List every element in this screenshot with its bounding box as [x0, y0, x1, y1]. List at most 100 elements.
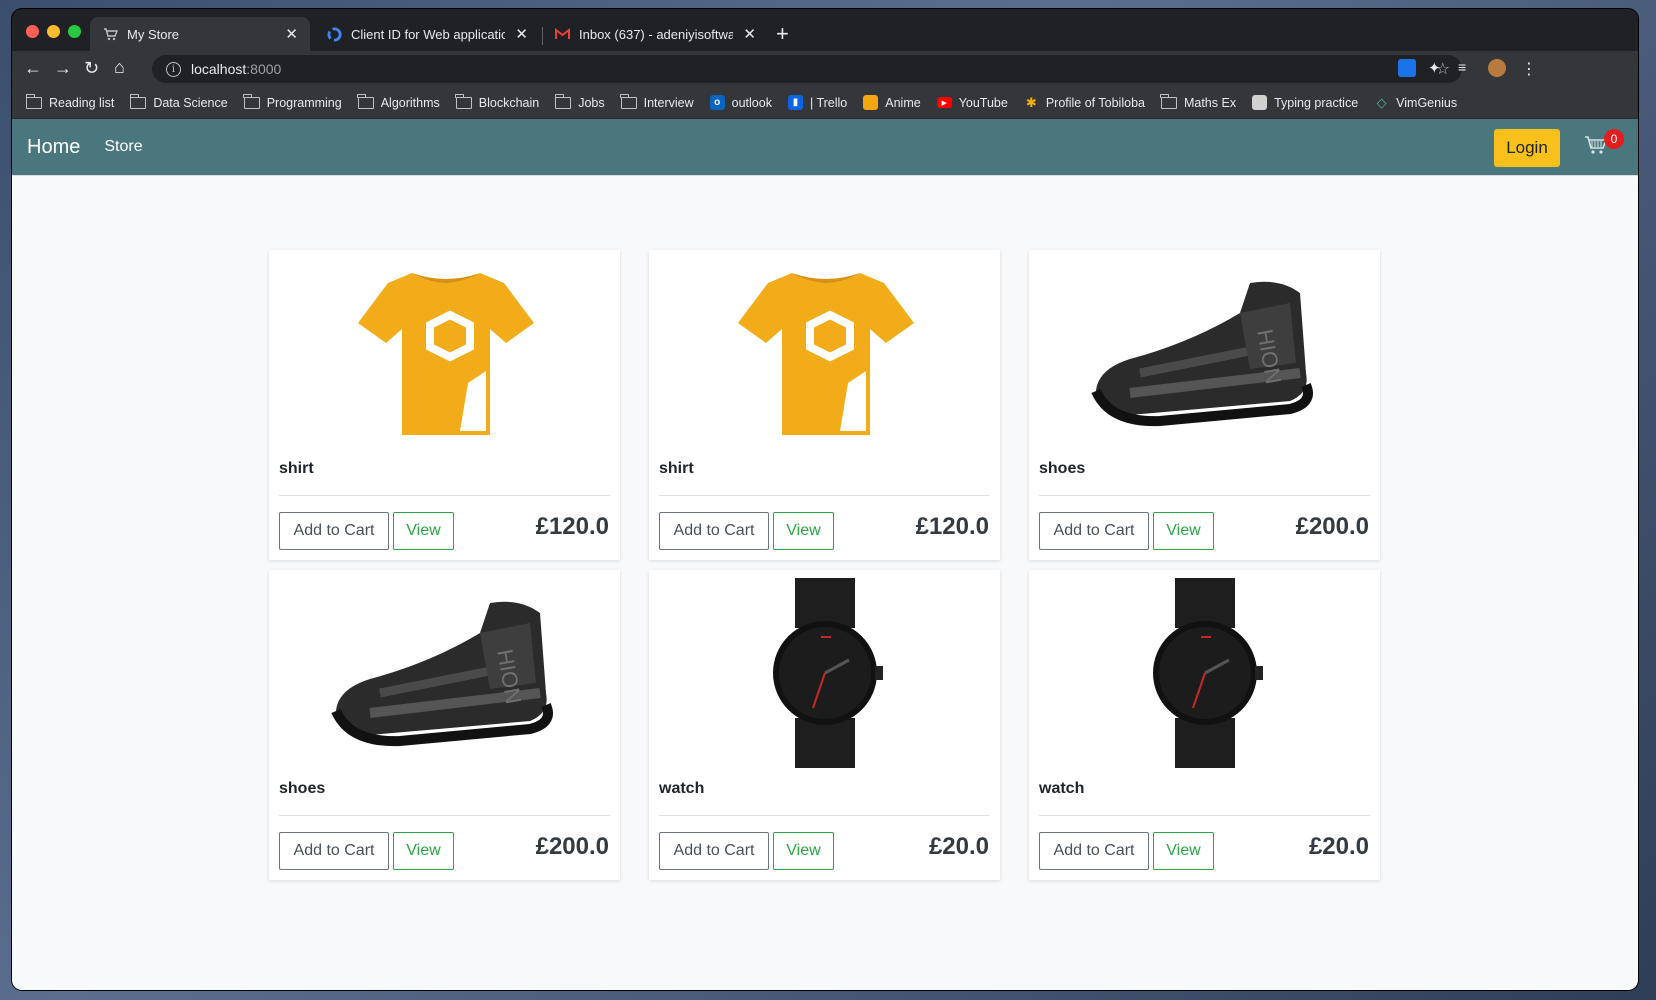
bookmark-label: Anime: [885, 95, 921, 110]
view-button[interactable]: View: [1153, 832, 1214, 870]
login-button[interactable]: Login: [1494, 129, 1560, 167]
gmail-favicon-icon: [554, 26, 570, 42]
add-to-cart-button[interactable]: Add to Cart: [659, 512, 769, 550]
view-button[interactable]: View: [773, 832, 834, 870]
tab-title: Client ID for Web application –: [351, 26, 506, 42]
tab-title: Inbox (637) - adeniyisoftware@: [579, 26, 734, 42]
bookmark-anime[interactable]: Anime: [863, 95, 921, 110]
tab-my-store[interactable]: My Store ✕: [90, 17, 310, 51]
add-to-cart-button[interactable]: Add to Cart: [279, 512, 389, 550]
home-icon[interactable]: ⌂: [114, 57, 125, 78]
add-to-cart-button[interactable]: Add to Cart: [659, 832, 769, 870]
profile-avatar[interactable]: [1488, 59, 1506, 77]
product-image[interactable]: [649, 250, 1000, 455]
vimgenius-icon: ◇: [1376, 94, 1387, 110]
tab-title: My Store: [127, 26, 180, 42]
folder-icon: [554, 93, 572, 109]
product-image[interactable]: HION: [269, 570, 620, 775]
product-card: watch Add to Cart View £20.0: [649, 570, 1000, 880]
zoom-window-button[interactable]: [68, 25, 81, 38]
bookmark-label: | Trello: [809, 95, 848, 110]
product-price: £20.0: [1308, 833, 1369, 860]
close-tab-icon[interactable]: ✕: [285, 25, 298, 43]
product-card: shirt Add to Cart View £120.0: [649, 250, 1000, 560]
anime-icon: [863, 95, 879, 110]
bookmark-label: Typing practice: [1274, 95, 1359, 110]
product-image[interactable]: HION: [1029, 250, 1380, 455]
nav-store-link[interactable]: Store: [104, 138, 142, 156]
bookmark-programming[interactable]: Programming: [243, 93, 342, 110]
new-tab-icon[interactable]: +: [776, 23, 789, 45]
card-divider: [279, 495, 610, 496]
view-button[interactable]: View: [773, 512, 834, 550]
youtube-icon: ▶: [936, 97, 952, 108]
product-name: shoes: [1039, 460, 1086, 477]
address-bar[interactable]: i localhost:8000 ☆: [152, 55, 1462, 83]
product-price: £200.0: [535, 833, 609, 860]
add-to-cart-button[interactable]: Add to Cart: [279, 832, 389, 870]
folder-icon: [243, 93, 260, 109]
view-button[interactable]: View: [393, 832, 454, 870]
shoe-image: HION: [330, 601, 553, 746]
extension-icon[interactable]: [1398, 59, 1416, 77]
card-divider: [1039, 495, 1370, 496]
bookmark-jobs[interactable]: Jobs: [554, 93, 605, 110]
profile-icon: ✱: [1025, 94, 1037, 110]
tab-client-id[interactable]: Client ID for Web application – ✕: [314, 17, 540, 51]
bookmark-blockchain[interactable]: Blockchain: [455, 93, 539, 110]
back-arrow-icon[interactable]: ←: [24, 58, 42, 79]
add-to-cart-button[interactable]: Add to Cart: [1039, 832, 1149, 870]
window-controls: [26, 25, 81, 38]
tshirt-image: [357, 272, 534, 435]
view-button[interactable]: View: [393, 512, 454, 550]
product-price: £120.0: [915, 513, 989, 540]
product-image[interactable]: [269, 250, 620, 455]
product-image[interactable]: [649, 570, 1000, 775]
url-port: :8000: [246, 61, 282, 77]
product-name: shirt: [279, 460, 314, 477]
shoe-image: HION: [1090, 281, 1313, 426]
view-button[interactable]: View: [1153, 512, 1214, 550]
bookmark-interview[interactable]: Interview: [620, 93, 694, 110]
bookmark-vimgenius[interactable]: ◇ VimGenius: [1374, 95, 1457, 110]
outlook-icon: o: [709, 95, 725, 110]
close-tab-icon[interactable]: ✕: [515, 25, 528, 43]
reload-icon[interactable]: ↻: [84, 58, 99, 79]
bookmarks-bar: Reading list Data Science Programming Al…: [12, 87, 1638, 119]
bookmark-typing-practice[interactable]: Typing practice: [1252, 95, 1358, 110]
card-divider: [279, 815, 610, 816]
tab-strip: My Store ✕ Client ID for Web application…: [12, 9, 1638, 51]
puzzle-extensions-icon[interactable]: ✦: [1428, 59, 1446, 77]
product-name: shoes: [279, 780, 326, 797]
menu-kebab-icon[interactable]: ⋮: [1520, 59, 1538, 78]
cart-favicon-icon: [102, 26, 118, 42]
nav-home-link[interactable]: Home: [27, 136, 80, 159]
close-tab-icon[interactable]: ✕: [743, 25, 756, 43]
folder-icon: [25, 93, 42, 109]
bookmark-reading-list[interactable]: Reading list: [25, 93, 114, 110]
minimize-window-button[interactable]: [47, 25, 60, 38]
bookmark-label: Profile of Tobiloba: [1045, 95, 1145, 110]
bookmark-trello[interactable]: ▮ | Trello: [787, 95, 848, 110]
bookmark-label: Jobs: [578, 95, 605, 110]
google-favicon-icon: [326, 26, 342, 42]
bookmark-maths-ex[interactable]: Maths Ex: [1160, 93, 1237, 110]
bookmark-algorithms[interactable]: Algorithms: [357, 93, 440, 110]
page-content: Home Store Login 0 shirt Add to Cart Vie…: [12, 119, 1638, 990]
media-control-icon[interactable]: ≡: [1458, 59, 1476, 77]
bookmark-profile-tobiloba[interactable]: ✱ Profile of Tobiloba: [1024, 95, 1145, 110]
add-to-cart-button[interactable]: Add to Cart: [1039, 512, 1149, 550]
bookmark-youtube[interactable]: ▶ YouTube: [936, 96, 1008, 110]
bookmark-label: Interview: [643, 95, 694, 110]
site-info-icon[interactable]: i: [166, 61, 181, 77]
site-navbar: Home Store Login 0: [12, 119, 1638, 176]
forward-arrow-icon[interactable]: →: [54, 58, 72, 79]
bookmark-label: Maths Ex: [1183, 95, 1237, 110]
tab-inbox[interactable]: Inbox (637) - adeniyisoftware@ ✕: [542, 17, 768, 51]
trello-icon: ▮: [787, 95, 803, 110]
product-image[interactable]: [1029, 570, 1380, 775]
close-window-button[interactable]: [26, 25, 39, 38]
bookmark-outlook[interactable]: o outlook: [709, 95, 772, 110]
watch-image: [1152, 577, 1263, 768]
bookmark-data-science[interactable]: Data Science: [129, 93, 228, 110]
